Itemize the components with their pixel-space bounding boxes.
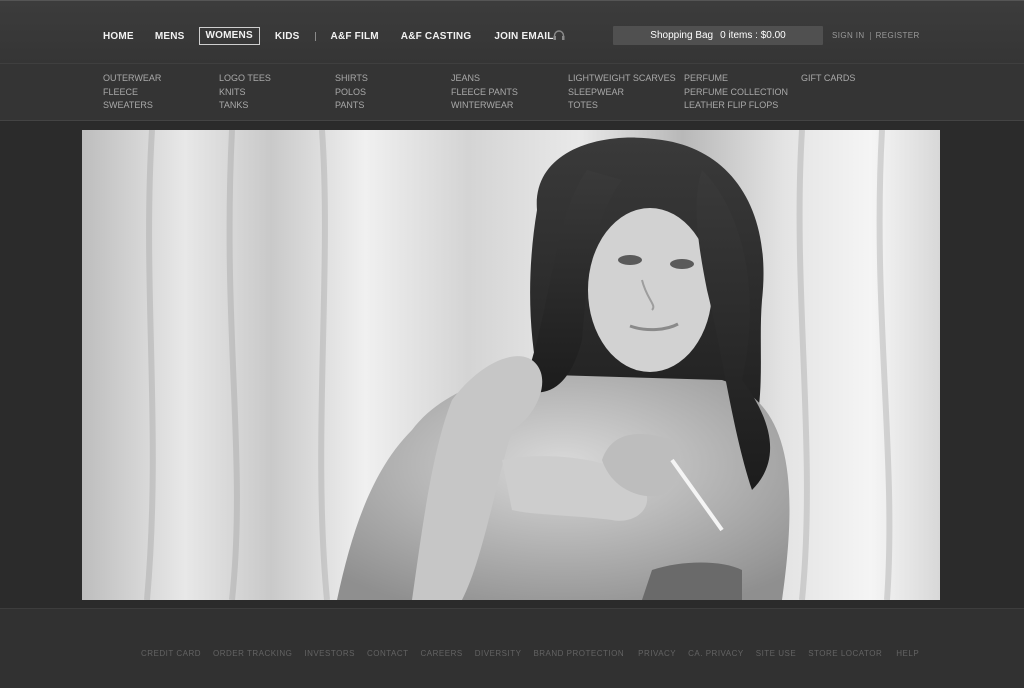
subnav-leather-flip-flops[interactable]: LEATHER FLIP FLOPS xyxy=(684,99,788,113)
subnav-column: SHIRTS POLOS PANTS xyxy=(335,72,368,113)
register-link[interactable]: REGISTER xyxy=(876,31,920,40)
account-links: SIGN IN REGISTER xyxy=(832,31,920,40)
hero-photo xyxy=(82,130,940,600)
top-navigation-bar: HOME MENS WOMENS KIDS A&F FILM A&F CASTI… xyxy=(0,0,1024,63)
footer-link-privacy[interactable]: PRIVACY xyxy=(638,649,676,658)
category-subnav: OUTERWEAR FLEECE SWEATERS LOGO TEES KNIT… xyxy=(0,63,1024,121)
footer-link-diversity[interactable]: DIVERSITY xyxy=(475,649,522,658)
subnav-totes[interactable]: TOTES xyxy=(568,99,676,113)
subnav-pants[interactable]: PANTS xyxy=(335,99,368,113)
subnav-perfume-collection[interactable]: PERFUME COLLECTION xyxy=(684,86,788,100)
subnav-sleepwear[interactable]: SLEEPWEAR xyxy=(568,86,676,100)
account-divider xyxy=(869,31,871,40)
hero-image[interactable] xyxy=(82,130,940,600)
shopping-bag-summary: 0 items : $0.00 xyxy=(720,30,786,41)
subnav-column: PERFUME PERFUME COLLECTION LEATHER FLIP … xyxy=(684,72,788,113)
subnav-tanks[interactable]: TANKS xyxy=(219,99,271,113)
subnav-perfume[interactable]: PERFUME xyxy=(684,72,788,86)
subnav-jeans[interactable]: JEANS xyxy=(451,72,518,86)
subnav-fleece[interactable]: FLEECE xyxy=(103,86,161,100)
footer-links: CREDIT CARD ORDER TRACKING INVESTORS CON… xyxy=(141,649,919,658)
footer: CREDIT CARD ORDER TRACKING INVESTORS CON… xyxy=(0,608,1024,688)
nav-womens[interactable]: WOMENS xyxy=(198,27,260,45)
subnav-column: LIGHTWEIGHT SCARVES SLEEPWEAR TOTES xyxy=(568,72,676,113)
footer-link-site-use[interactable]: SITE USE xyxy=(756,649,796,658)
nav-kids[interactable]: KIDS xyxy=(275,31,300,42)
footer-link-ca-privacy[interactable]: CA. PRIVACY xyxy=(688,649,744,658)
nav-join-email[interactable]: JOIN EMAIL xyxy=(494,31,553,42)
subnav-column: JEANS FLEECE PANTS WINTERWEAR xyxy=(451,72,518,113)
footer-link-contact[interactable]: CONTACT xyxy=(367,649,409,658)
main-nav: HOME MENS WOMENS KIDS A&F FILM A&F CASTI… xyxy=(103,27,554,45)
subnav-outerwear[interactable]: OUTERWEAR xyxy=(103,72,161,86)
subnav-shirts[interactable]: SHIRTS xyxy=(335,72,368,86)
subnav-logo-tees[interactable]: LOGO TEES xyxy=(219,72,271,86)
nav-mens[interactable]: MENS xyxy=(155,31,185,42)
footer-link-credit-card[interactable]: CREDIT CARD xyxy=(141,649,201,658)
subnav-winterwear[interactable]: WINTERWEAR xyxy=(451,99,518,113)
footer-link-investors[interactable]: INVESTORS xyxy=(304,649,355,658)
footer-link-store-locator[interactable]: STORE LOCATOR xyxy=(808,649,882,658)
sign-in-link[interactable]: SIGN IN xyxy=(832,31,865,40)
subnav-fleece-pants[interactable]: FLEECE PANTS xyxy=(451,86,518,100)
subnav-column: LOGO TEES KNITS TANKS xyxy=(219,72,271,113)
subnav-knits[interactable]: KNITS xyxy=(219,86,271,100)
footer-link-brand-protection[interactable]: BRAND PROTECTION xyxy=(533,649,624,658)
hero-area xyxy=(0,122,1024,608)
footer-link-help[interactable]: HELP xyxy=(896,649,919,658)
subnav-column: GIFT CARDS xyxy=(801,72,855,86)
subnav-gift-cards[interactable]: GIFT CARDS xyxy=(801,72,855,86)
footer-link-careers[interactable]: CAREERS xyxy=(421,649,463,658)
shopping-bag-label: Shopping Bag xyxy=(650,30,714,41)
nav-af-film[interactable]: A&F FILM xyxy=(331,31,379,42)
nav-divider xyxy=(314,31,316,41)
subnav-sweaters[interactable]: SWEATERS xyxy=(103,99,161,113)
subnav-column: OUTERWEAR FLEECE SWEATERS xyxy=(103,72,161,113)
shopping-bag-button[interactable]: Shopping Bag 0 items : $0.00 xyxy=(613,26,823,45)
nav-home[interactable]: HOME xyxy=(103,31,134,42)
subnav-polos[interactable]: POLOS xyxy=(335,86,368,100)
nav-af-casting[interactable]: A&F CASTING xyxy=(401,31,472,42)
footer-link-order-tracking[interactable]: ORDER TRACKING xyxy=(213,649,292,658)
subnav-lightweight-scarves[interactable]: LIGHTWEIGHT SCARVES xyxy=(568,72,676,86)
headphones-icon[interactable] xyxy=(553,30,565,40)
